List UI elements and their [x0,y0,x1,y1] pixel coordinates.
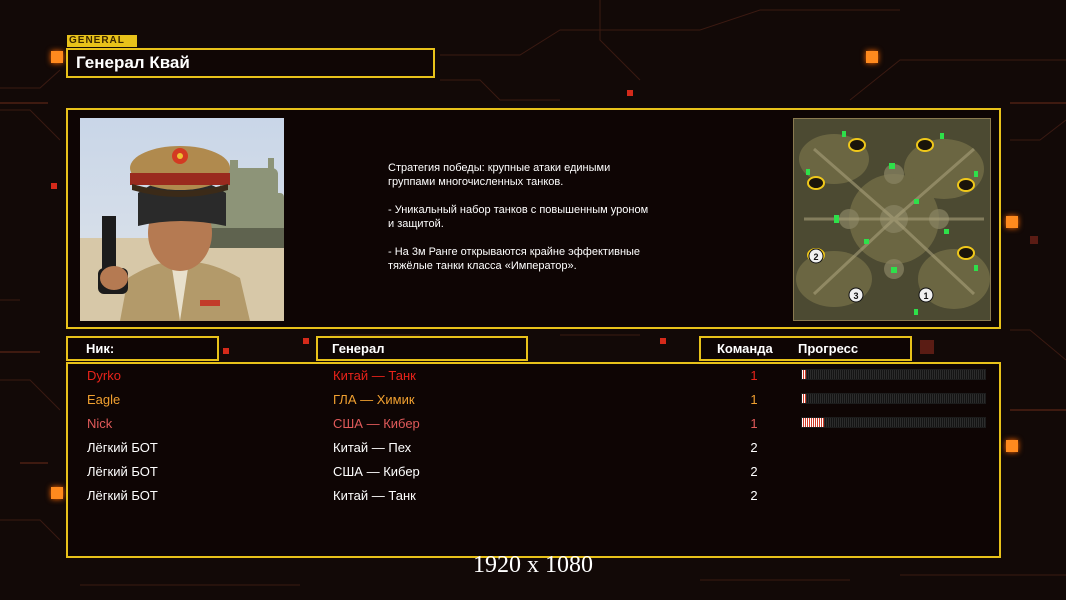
progress-fill [802,370,806,379]
header-nick: Ник: [66,336,219,361]
decorative-square [920,340,934,354]
decorative-square [660,338,666,344]
decorative-square [866,51,878,63]
player-nick: Лёгкий БОТ [87,440,158,455]
player-row[interactable]: Лёгкий БОТ Китай — Пех 2 [68,437,1003,461]
player-progress-bar [801,393,986,404]
player-general: ГЛА — Химик [333,392,415,407]
player-team: 2 [750,464,758,479]
decorative-square [51,51,63,63]
strategy-description: Стратегия победы: крупные атаки едиными … [388,161,718,287]
player-progress-bar [801,417,986,428]
decorative-square [51,183,57,189]
player-general: Китай — Танк [333,368,416,383]
player-general: США — Кибер [333,416,420,431]
general-section-tag: GENERAL [67,35,137,47]
player-nick: Лёгкий БОТ [87,464,158,479]
header-team-label: Команда [717,341,773,356]
player-team: 1 [750,392,758,407]
header-team-progress: Команда Прогресс [699,336,912,361]
resolution-caption: 1920 x 1080 [473,552,593,578]
map-preview[interactable]: 1 2 3 [793,118,991,321]
player-team: 1 [750,368,758,383]
general-portrait [80,118,284,321]
header-progress-label: Прогресс [798,341,859,356]
player-row[interactable]: Nick США — Кибер 1 [68,413,1003,437]
map-start-marker: 3 [853,291,858,301]
header-general: Генерал [316,336,528,361]
player-nick: Dyrko [87,368,121,383]
player-progress-bar [801,369,986,380]
decorative-square [303,338,309,344]
player-team: 1 [750,416,758,431]
strategy-paragraph: - На 3м Ранге открываются крайне эффекти… [388,246,641,272]
player-team: 2 [750,488,758,503]
decorative-square [51,487,63,499]
player-row[interactable]: Eagle ГЛА — Химик 1 [68,389,1003,413]
player-nick: Лёгкий БОТ [87,488,158,503]
header-nick-label: Ник: [86,341,115,356]
player-general: Китай — Танк [333,488,416,503]
player-nick: Nick [87,416,113,431]
decorative-square [1006,440,1018,452]
progress-fill [802,394,806,403]
header-general-label: Генерал [332,341,385,356]
decorative-square [223,348,229,354]
player-general: Китай — Пех [333,440,412,455]
map-start-marker: 1 [923,291,928,301]
strategy-paragraph: - Уникальный набор танков с повышенным у… [388,204,649,230]
decorative-square [627,90,633,96]
player-row[interactable]: Dyrko Китай — Танк 1 [68,365,1003,389]
decorative-square [1006,216,1018,228]
player-nick: Eagle [87,392,121,407]
players-panel: Dyrko Китай — Танк 1 Eagle ГЛА — Химик 1 Nick С… [66,362,1001,558]
player-team: 2 [750,440,758,455]
player-row[interactable]: Лёгкий БОТ США — Кибер 2 [68,461,1003,485]
progress-fill [802,418,824,427]
general-name-title: Генерал Квай [66,48,435,78]
player-general: США — Кибер [333,464,420,479]
strategy-paragraph: Стратегия победы: крупные атаки едиными … [388,162,611,188]
decorative-square [1030,236,1038,244]
map-start-marker: 2 [813,252,818,262]
player-row[interactable]: Лёгкий БОТ Китай — Танк 2 [68,485,1003,509]
